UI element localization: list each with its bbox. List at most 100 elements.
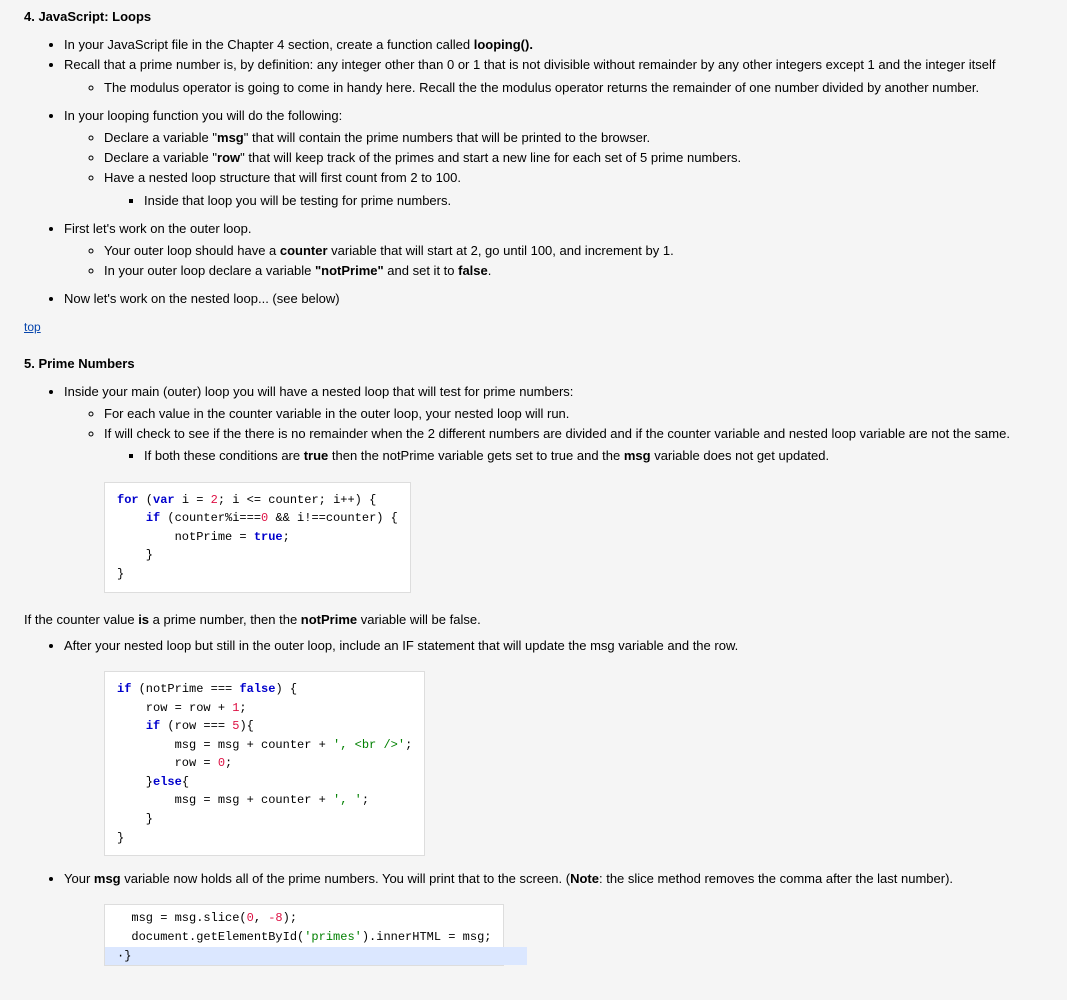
code: ; i <= counter; i++) { bbox=[218, 493, 376, 507]
text: In your outer loop declare a variable bbox=[104, 263, 315, 278]
list-item: Inside that loop you will be testing for… bbox=[144, 192, 1043, 210]
list-item: In your JavaScript file in the Chapter 4… bbox=[64, 36, 1043, 54]
text: variable that will start at 2, go until … bbox=[328, 243, 674, 258]
list-item: For each value in the counter variable i… bbox=[104, 405, 1043, 423]
text: In your JavaScript file in the Chapter 4… bbox=[64, 37, 474, 52]
code: ).innerHTML = msg; bbox=[362, 930, 492, 944]
section5-list3: Your msg variable now holds all of the p… bbox=[24, 870, 1043, 888]
code-num: -8 bbox=[268, 911, 282, 925]
code: (counter%i=== bbox=[160, 511, 261, 525]
text-bold: is bbox=[138, 612, 149, 627]
text-bold: msg bbox=[94, 871, 121, 886]
section4-heading: 4. JavaScript: Loops bbox=[24, 8, 1043, 26]
code: i = bbox=[175, 493, 211, 507]
text-bold: counter bbox=[280, 243, 328, 258]
paragraph: If the counter value is a prime number, … bbox=[24, 611, 1043, 629]
code: } bbox=[117, 567, 124, 581]
code: ; bbox=[283, 530, 290, 544]
code: } bbox=[117, 775, 153, 789]
text-bold: "notPrime" bbox=[315, 263, 384, 278]
text: variable now holds all of the prime numb… bbox=[121, 871, 570, 886]
code: ) { bbox=[275, 682, 297, 696]
code: msg = msg.slice( bbox=[117, 911, 247, 925]
section4-list: In your JavaScript file in the Chapter 4… bbox=[24, 36, 1043, 308]
code-block-3: msg = msg.slice(0, -8); document.getElem… bbox=[104, 904, 504, 966]
text: and set it to bbox=[384, 263, 458, 278]
code: } bbox=[117, 812, 153, 826]
text-bold: true bbox=[304, 448, 329, 463]
code-kw: true bbox=[254, 530, 283, 544]
text-bold: looping(). bbox=[474, 37, 533, 52]
list-item: If will check to see if the there is no … bbox=[104, 425, 1043, 443]
code: ( bbox=[139, 493, 153, 507]
top-link[interactable]: top bbox=[24, 320, 41, 334]
code: , bbox=[254, 911, 268, 925]
code: ){ bbox=[239, 719, 253, 733]
text: a prime number, then the bbox=[149, 612, 301, 627]
code: ; bbox=[225, 756, 232, 770]
text: variable will be false. bbox=[357, 612, 481, 627]
code: document.getElementById( bbox=[117, 930, 304, 944]
code: ; bbox=[362, 793, 369, 807]
section5-heading: 5. Prime Numbers bbox=[24, 355, 1043, 373]
text: Your bbox=[64, 871, 94, 886]
list-item: Your outer loop should have a counter va… bbox=[104, 242, 1043, 260]
code-num: 0 bbox=[247, 911, 254, 925]
code-kw: else bbox=[153, 775, 182, 789]
list-item: Recall that a prime number is, by defini… bbox=[64, 56, 1043, 74]
code-kw: if bbox=[146, 511, 160, 525]
text: variable does not get updated. bbox=[651, 448, 830, 463]
code: notPrime = bbox=[117, 530, 254, 544]
text: " that will contain the prime numbers th… bbox=[244, 130, 650, 145]
text: . bbox=[488, 263, 492, 278]
list-item: In your looping function you will do the… bbox=[64, 107, 1043, 125]
text: then the notPrime variable gets set to t… bbox=[328, 448, 624, 463]
code: } bbox=[117, 831, 124, 845]
code: ·} bbox=[117, 949, 131, 963]
section5-list2: After your nested loop but still in the … bbox=[24, 637, 1043, 655]
code-num: 2 bbox=[211, 493, 218, 507]
code-str: 'primes' bbox=[304, 930, 362, 944]
text-bold: msg bbox=[217, 130, 244, 145]
code: row = bbox=[117, 756, 218, 770]
text: " that will keep track of the primes and… bbox=[240, 150, 741, 165]
text: Declare a variable " bbox=[104, 150, 217, 165]
code-kw: false bbox=[239, 682, 275, 696]
code-kw: var bbox=[153, 493, 175, 507]
code-kw: if bbox=[117, 682, 131, 696]
text-bold: Note bbox=[570, 871, 599, 886]
text-bold: notPrime bbox=[301, 612, 357, 627]
code: ; bbox=[405, 738, 412, 752]
code: ); bbox=[283, 911, 297, 925]
code-block-2: if (notPrime === false) { row = row + 1;… bbox=[104, 671, 425, 856]
text-bold: false bbox=[458, 263, 488, 278]
code bbox=[117, 511, 146, 525]
list-item: Declare a variable "msg" that will conta… bbox=[104, 129, 1043, 147]
section5-list: Inside your main (outer) loop you will h… bbox=[24, 383, 1043, 466]
text-bold: msg bbox=[624, 448, 651, 463]
text: If both these conditions are bbox=[144, 448, 304, 463]
list-item: First let's work on the outer loop. bbox=[64, 220, 1043, 238]
code-selected-line: ·} bbox=[105, 947, 527, 966]
code-kw: for bbox=[117, 493, 139, 507]
text: : the slice method removes the comma aft… bbox=[599, 871, 953, 886]
text-bold: row bbox=[217, 150, 240, 165]
text: If the counter value bbox=[24, 612, 138, 627]
code: (row === bbox=[160, 719, 232, 733]
text: Declare a variable " bbox=[104, 130, 217, 145]
code-str: ', ' bbox=[333, 793, 362, 807]
code-kw: if bbox=[146, 719, 160, 733]
code: row = row + bbox=[117, 701, 232, 715]
code: msg = msg + counter + bbox=[117, 793, 333, 807]
code-num: 0 bbox=[218, 756, 225, 770]
code bbox=[117, 719, 146, 733]
list-item: In your outer loop declare a variable "n… bbox=[104, 262, 1043, 280]
list-item: Declare a variable "row" that will keep … bbox=[104, 149, 1043, 167]
code: msg = msg + counter + bbox=[117, 738, 333, 752]
text: Your outer loop should have a bbox=[104, 243, 280, 258]
code-block-1: for (var i = 2; i <= counter; i++) { if … bbox=[104, 482, 411, 593]
code-str: ', <br />' bbox=[333, 738, 405, 752]
code: && i!==counter) { bbox=[268, 511, 398, 525]
code: } bbox=[117, 548, 153, 562]
list-item: The modulus operator is going to come in… bbox=[104, 79, 1043, 97]
